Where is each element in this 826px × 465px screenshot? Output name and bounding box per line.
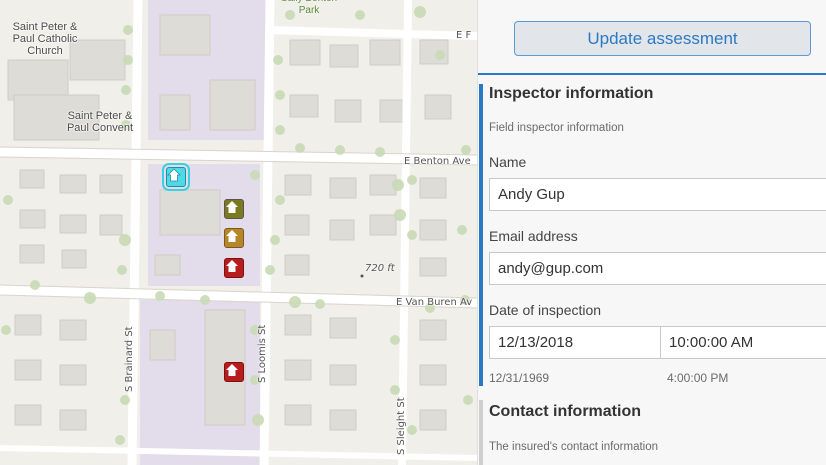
street-label-benton: E Benton Ave	[404, 156, 471, 167]
house-icon	[226, 201, 238, 213]
update-assessment-button[interactable]: Update assessment	[514, 21, 811, 56]
inspection-date-input[interactable]	[489, 326, 661, 359]
street-label-van-buren: E Van Buren Av	[396, 297, 473, 308]
email-label: Email address	[489, 228, 578, 244]
street-label-e-f: E F	[456, 30, 472, 41]
inspector-information-group: Inspector information Field inspector in…	[478, 84, 826, 386]
group-title[interactable]: Contact information	[489, 403, 641, 421]
group-title[interactable]: Inspector information	[489, 85, 653, 103]
email-input[interactable]	[489, 252, 826, 285]
group-description: The insured's contact information	[489, 441, 659, 453]
inspection-time-input[interactable]	[660, 326, 826, 359]
assessment-marker-red[interactable]	[224, 258, 244, 278]
assessment-marker-olive[interactable]	[224, 199, 244, 219]
map-view[interactable]: Saint Peter & Paul Catholic Church Saint…	[0, 0, 477, 465]
name-label: Name	[489, 154, 527, 170]
poi-church-label: Saint Peter & Paul Catholic Church	[12, 21, 78, 57]
poi-convent-label: Saint Peter & Paul Convent	[66, 110, 134, 134]
group-inactive-bar	[479, 400, 483, 465]
group-active-bar	[479, 84, 483, 386]
time-hint: 4:00:00 PM	[667, 371, 729, 385]
assessment-marker-red[interactable]	[224, 362, 244, 382]
assessment-panel: Update assessment Inspector information …	[477, 0, 826, 465]
assessment-marker-selected[interactable]	[162, 163, 190, 191]
house-icon	[226, 260, 238, 272]
name-input[interactable]	[489, 178, 826, 211]
date-of-inspection-label: Date of inspection	[489, 302, 602, 318]
house-icon	[226, 364, 238, 376]
house-icon	[226, 230, 238, 242]
panel-separator	[478, 73, 826, 75]
house-icon	[167, 168, 181, 182]
poi-park-label: Sally Benton Park	[281, 0, 337, 16]
street-label-loomis: S Loomis St	[257, 324, 268, 383]
elevation-label: 720 ft	[365, 263, 395, 274]
street-label-sleight: S Sleight St	[396, 397, 407, 455]
group-description: Field inspector information	[489, 122, 624, 134]
street-label-brainard: S Brainard St	[124, 326, 135, 392]
date-hint: 12/31/1969	[489, 371, 550, 385]
contact-information-group: Contact information The insured's contac…	[478, 400, 826, 465]
assessment-marker-ochre[interactable]	[224, 228, 244, 248]
